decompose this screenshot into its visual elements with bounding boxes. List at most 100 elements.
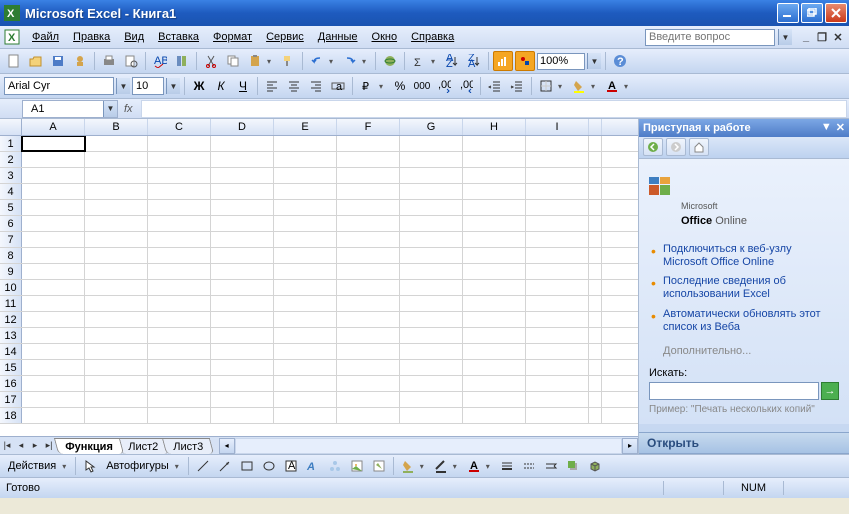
cell-A13[interactable] [22, 328, 85, 343]
cell-D6[interactable] [211, 216, 274, 231]
cell-I4[interactable] [526, 184, 589, 199]
cell-C7[interactable] [148, 232, 211, 247]
select-all-corner[interactable] [0, 119, 22, 135]
cell-E1[interactable] [274, 136, 337, 151]
taskpane-link-connect[interactable]: Подключиться к веб-узлу Microsoft Office… [649, 240, 839, 272]
help-search-input[interactable] [645, 29, 775, 46]
comma-icon[interactable]: 000 [412, 76, 432, 96]
cell-A5[interactable] [22, 200, 85, 215]
col-header-D[interactable]: D [211, 119, 274, 135]
cell-G4[interactable] [400, 184, 463, 199]
taskpane-open-section[interactable]: Открыть [639, 432, 849, 454]
cell-E14[interactable] [274, 344, 337, 359]
taskpane-search-input[interactable] [649, 382, 819, 400]
fill-color-draw-icon[interactable] [398, 456, 418, 476]
cell-F7[interactable] [337, 232, 400, 247]
cell-G16[interactable] [400, 376, 463, 391]
row-header-13[interactable]: 13 [0, 328, 22, 343]
cell-C11[interactable] [148, 296, 211, 311]
cell-B13[interactable] [85, 328, 148, 343]
sort-desc-icon[interactable]: ZA [464, 51, 484, 71]
cell-F9[interactable] [337, 264, 400, 279]
actions-menu[interactable]: Действия [4, 460, 60, 472]
cell-C3[interactable] [148, 168, 211, 183]
cell-D15[interactable] [211, 360, 274, 375]
cell-I15[interactable] [526, 360, 589, 375]
cell-I7[interactable] [526, 232, 589, 247]
excel-doc-icon[interactable]: X [4, 29, 20, 45]
cell-A9[interactable] [22, 264, 85, 279]
hscroll-left[interactable]: ◂ [219, 438, 235, 454]
cell-B14[interactable] [85, 344, 148, 359]
cell-D2[interactable] [211, 152, 274, 167]
arrow-icon[interactable] [215, 456, 235, 476]
wordart-icon[interactable]: A [303, 456, 323, 476]
cell-F13[interactable] [337, 328, 400, 343]
borders-icon[interactable] [536, 76, 556, 96]
tab-nav-next[interactable]: ▸ [28, 439, 42, 453]
minimize-button[interactable] [777, 3, 799, 23]
cell-H1[interactable] [463, 136, 526, 151]
help-search-dropdown[interactable]: ▼ [778, 29, 792, 45]
rectangle-icon[interactable] [237, 456, 257, 476]
cell-I12[interactable] [526, 312, 589, 327]
zoom-combo[interactable]: 100% [537, 53, 585, 70]
row-header-18[interactable]: 18 [0, 408, 22, 423]
research-icon[interactable] [172, 51, 192, 71]
shadow-icon[interactable] [563, 456, 583, 476]
cell-D12[interactable] [211, 312, 274, 327]
redo-icon[interactable] [340, 51, 360, 71]
name-box[interactable]: A1▼ [22, 100, 118, 118]
cell-H15[interactable] [463, 360, 526, 375]
cell-B1[interactable] [85, 136, 148, 151]
line-style-icon[interactable] [497, 456, 517, 476]
chart-wizard-icon[interactable] [493, 51, 513, 71]
cell-D8[interactable] [211, 248, 274, 263]
cell-D14[interactable] [211, 344, 274, 359]
menu-help[interactable]: Справка [405, 29, 460, 45]
cell-B2[interactable] [85, 152, 148, 167]
row-header-8[interactable]: 8 [0, 248, 22, 263]
line-color-icon[interactable] [431, 456, 451, 476]
cell-I17[interactable] [526, 392, 589, 407]
autoshapes-menu[interactable]: Автофигуры [102, 460, 173, 472]
font-name-combo[interactable]: Arial Cyr [4, 77, 114, 95]
cell-A14[interactable] [22, 344, 85, 359]
cell-C6[interactable] [148, 216, 211, 231]
cell-H5[interactable] [463, 200, 526, 215]
decrease-indent-icon[interactable] [485, 76, 505, 96]
help-icon[interactable]: ? [610, 51, 630, 71]
cell-B5[interactable] [85, 200, 148, 215]
cell-A15[interactable] [22, 360, 85, 375]
row-header-1[interactable]: 1 [0, 136, 22, 151]
cell-I6[interactable] [526, 216, 589, 231]
cell-B18[interactable] [85, 408, 148, 423]
taskpane-search-go-button[interactable]: → [821, 382, 839, 400]
tab-nav-prev[interactable]: ◂ [14, 439, 28, 453]
col-header-H[interactable]: H [463, 119, 526, 135]
cell-E10[interactable] [274, 280, 337, 295]
autosum-dropdown[interactable]: ▾ [431, 57, 440, 66]
save-icon[interactable] [48, 51, 68, 71]
menu-data[interactable]: Данные [312, 29, 364, 45]
menu-view[interactable]: Вид [118, 29, 150, 45]
dash-style-icon[interactable] [519, 456, 539, 476]
cell-E9[interactable] [274, 264, 337, 279]
cell-C12[interactable] [148, 312, 211, 327]
cell-C8[interactable] [148, 248, 211, 263]
percent-icon[interactable]: % [390, 76, 410, 96]
cell-D16[interactable] [211, 376, 274, 391]
cell-D4[interactable] [211, 184, 274, 199]
cell-E5[interactable] [274, 200, 337, 215]
arrow-style-icon[interactable] [541, 456, 561, 476]
col-header-G[interactable]: G [400, 119, 463, 135]
hscroll-right[interactable]: ▸ [622, 438, 638, 454]
row-header-9[interactable]: 9 [0, 264, 22, 279]
cell-G6[interactable] [400, 216, 463, 231]
cell-A10[interactable] [22, 280, 85, 295]
cell-F10[interactable] [337, 280, 400, 295]
increase-decimal-icon[interactable]: ,00 [434, 76, 454, 96]
cell-B8[interactable] [85, 248, 148, 263]
cell-H16[interactable] [463, 376, 526, 391]
spelling-icon[interactable]: ABC [150, 51, 170, 71]
